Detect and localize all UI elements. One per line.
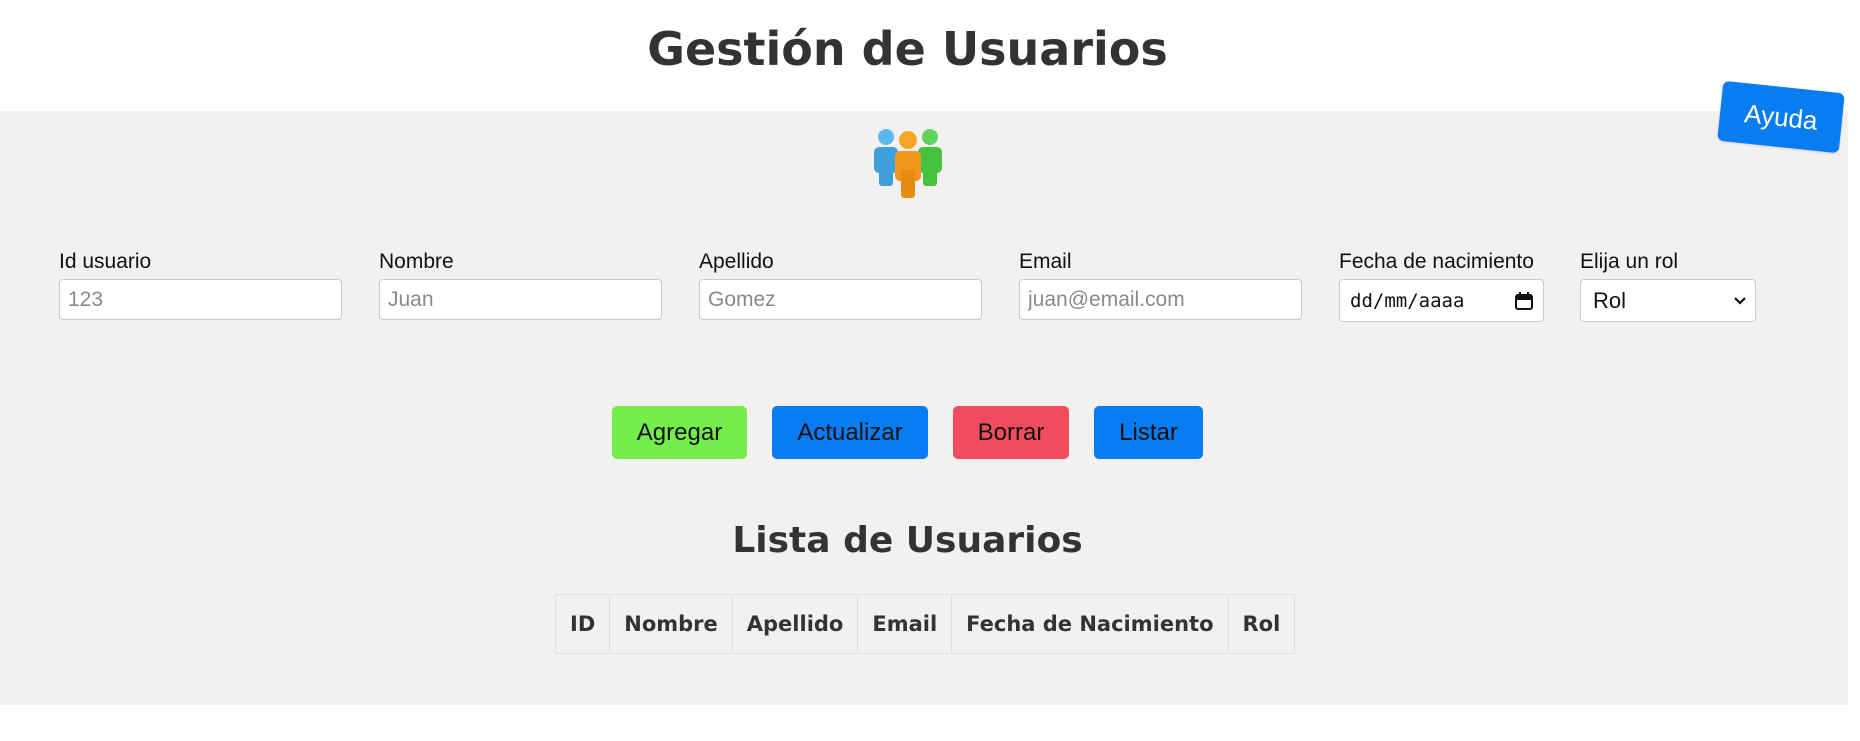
column-header-nombre: Nombre <box>609 594 733 654</box>
rol-select[interactable]: Rol <box>1580 279 1756 322</box>
email-input[interactable] <box>1019 279 1302 320</box>
column-header-email: Email <box>857 594 953 654</box>
users-group-icon <box>874 129 942 198</box>
delete-button[interactable]: Borrar <box>953 406 1069 459</box>
table-header-row: ID Nombre Apellido Email Fecha de Nacimi… <box>554 594 1296 654</box>
update-button[interactable]: Actualizar <box>772 406 928 459</box>
chevron-down-icon <box>1734 296 1746 305</box>
email-label: Email <box>1019 250 1072 273</box>
nombre-input[interactable] <box>379 279 662 320</box>
field-fecha-nacimiento: Fecha de nacimiento dd/mm/aaaa <box>1339 248 1544 322</box>
page-title: Gestión de Usuarios <box>647 22 1168 76</box>
column-header-id: ID <box>554 594 611 654</box>
rol-label: Elija un rol <box>1580 250 1679 273</box>
fecha-nacimiento-label: Fecha de nacimiento <box>1339 250 1534 273</box>
rol-selected-value: Rol <box>1593 287 1627 313</box>
field-apellido: Apellido <box>699 248 982 320</box>
nombre-label: Nombre <box>379 250 454 273</box>
users-table: ID Nombre Apellido Email Fecha de Nacimi… <box>554 594 1296 654</box>
list-title: Lista de Usuarios <box>732 520 1083 561</box>
field-email: Email <box>1019 248 1302 320</box>
field-id-usuario: Id usuario <box>59 248 342 320</box>
help-button[interactable]: Ayuda <box>1717 80 1845 154</box>
apellido-label: Apellido <box>699 250 774 273</box>
list-button[interactable]: Listar <box>1094 406 1203 459</box>
id-usuario-input[interactable] <box>59 279 342 320</box>
column-header-rol: Rol <box>1227 594 1296 654</box>
fecha-nacimiento-input[interactable]: dd/mm/aaaa <box>1339 279 1544 322</box>
fecha-nacimiento-value: dd/mm/aaaa <box>1350 289 1465 312</box>
calendar-icon[interactable] <box>1515 291 1533 310</box>
column-header-fecha-nacimiento: Fecha de Nacimiento <box>951 594 1229 654</box>
apellido-input[interactable] <box>699 279 982 320</box>
field-nombre: Nombre <box>379 248 662 320</box>
column-header-apellido: Apellido <box>731 594 859 654</box>
add-button[interactable]: Agregar <box>612 406 747 459</box>
id-usuario-label: Id usuario <box>59 250 152 273</box>
field-rol: Elija un rol Rol <box>1580 248 1756 322</box>
